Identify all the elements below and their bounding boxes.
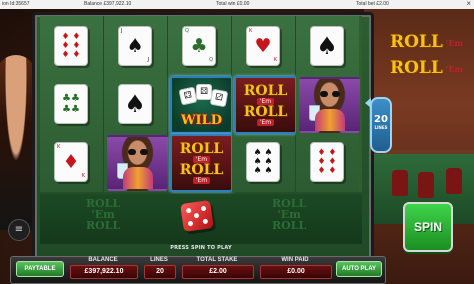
die-face: J ♠ J [118,26,152,66]
die-face: ♠ [118,84,152,124]
logo-word: ROLL [243,83,288,99]
win-paid-label: WIN PAID [281,257,309,263]
symbol-die-black: ♠ ♠ ♠ ♠ ♠ ♠ [232,132,295,190]
symbol-spade: ♠ [296,16,359,74]
menu-icon[interactable]: ≡ [8,219,30,241]
logo-roll-2: ROLL [390,58,443,78]
spade-icon: ♠ [124,90,146,118]
die-corner: J [147,57,149,63]
chair-decoration [392,170,408,196]
spin-button[interactable]: SPIN [403,202,453,252]
character-portrait [299,77,360,133]
symbol-die-red-king: K ♦ K [40,132,103,190]
symbol-spade: ♠ [104,74,167,132]
logo-word: 'Em [192,177,211,184]
character-portrait [107,135,168,191]
dice-icon: ⚃ [178,86,198,106]
reel-4: K ♥ K ROLL 'Em ROLL 'Em ♠ ♠ ♠ ♠ ♠ ♠ [232,16,297,192]
symbol-logo: ROLL 'Em ROLL 'Em [168,132,233,192]
die-face: ♠ ♠ ♠ ♠ ♠ ♠ [246,142,280,182]
symbol-die-red: ♦ ♦ ♦ ♦ ♦ ♦ [40,16,103,74]
spade-icon: ♠ [316,32,338,60]
die-pip: ♥ [254,34,272,57]
info-bar: ion Id:35657 Balance £397,922.10 Total w… [0,0,474,9]
die-face: K ♥ K [246,26,280,66]
die-corner: Q [185,28,189,34]
symbol-character [104,132,167,190]
die-face: K ♦ K [54,142,88,182]
logo-word: 'Em [256,119,275,126]
stake-value[interactable]: £2.00 [182,265,254,279]
lines-count: 20 [374,114,388,125]
logo-roll-1: ROLL [390,32,443,52]
stage-logo-right: ROLL 'Em ROLL [272,197,307,232]
roll-em-logo-symbol: ROLL 'Em ROLL 'Em [234,76,297,134]
session-id: ion Id:35657 [2,1,30,7]
die-corner: J [121,28,123,34]
lines-indicator[interactable]: 20 LINES [370,97,392,153]
lines-label: LINES [374,125,388,130]
die-pip: ♠ [126,34,144,57]
logo-em-2: 'Em [446,64,464,74]
reel-area: ♦ ♦ ♦ ♦ ♦ ♦ ♣♣ ♣♣ K ♦ K J ♠ J ♠ Q ♣ Q ⚃ … [40,16,362,192]
die-face: ♦ ♦ ♦ ♦ ♦ ♦ [310,142,344,182]
symbol-die-red-king: K ♥ K [232,16,295,74]
die-pip: ♦ [62,150,80,173]
symbol-character [296,74,359,132]
symbol-wild: ⚃ ⚄ ⚂ WILD [168,74,233,134]
red-dice-icon [180,200,214,232]
reel-5: ♠ ♦ ♦ ♦ ♦ ♦ ♦ [296,16,359,192]
reel-2: J ♠ J ♠ [104,16,168,192]
reel-3: Q ♣ Q ⚃ ⚄ ⚂ WILD ROLL 'Em ROLL 'Em [168,16,233,192]
game-logo: ROLL 'Em ROLL 'Em [384,32,470,96]
die-face: ♠ [310,26,344,66]
dice-icon: ⚄ [196,84,212,100]
symbol-logo: ROLL 'Em ROLL 'Em [232,74,297,134]
lines-meter-value[interactable]: 20 [144,265,176,279]
sunglasses-icon [320,91,340,97]
top-total-win: Total win £0.00 [216,1,250,7]
roll-em-logo-symbol: ROLL 'Em ROLL 'Em [170,134,233,192]
stake-label: TOTAL STAKE [196,257,238,263]
symbol-die-black-jack: J ♠ J [104,16,167,74]
wild-label: WILD [180,113,223,128]
chair-decoration [418,172,434,198]
scarf-decoration [123,167,153,189]
logo-em-1: 'Em [446,38,464,48]
logo-word: ROLL [179,162,224,178]
symbol-die-green-queen: Q ♣ Q [168,16,231,74]
autoplay-button[interactable]: AUTO PLAY [336,261,382,277]
die-face: ♦ ♦ ♦ ♦ ♦ ♦ [54,26,88,66]
balance-label: BALANCE [88,257,118,263]
die-pip: ♣ [190,34,208,57]
logo-word: ROLL [243,104,288,120]
lines-meter-label: LINES [150,257,168,263]
balance-value: £397,922.10 [70,265,138,279]
die-corner: K [273,57,277,63]
scarf-decoration [315,109,345,131]
paytable-button[interactable]: PAYTABLE [16,261,64,277]
top-total-bet: Total bet £2.00 [356,1,389,7]
symbol-die-red: ♦ ♦ ♦ ♦ ♦ ♦ [296,132,359,190]
sunglasses-icon [128,149,148,155]
dice-icon: ⚂ [209,88,229,108]
win-paid-value: £0.00 [260,265,332,279]
chair-decoration [446,168,462,194]
symbol-die-green: ♣♣ ♣♣ [40,74,103,132]
die-face: Q ♣ Q [182,26,216,66]
close-icon[interactable]: × [466,0,471,8]
die-corner: K [81,173,85,179]
logo-word: ROLL [179,141,224,157]
die-corner: Q [209,57,213,63]
die-corner: K [57,144,61,150]
die-face: ♣♣ ♣♣ [54,84,88,124]
reel-1: ♦ ♦ ♦ ♦ ♦ ♦ ♣♣ ♣♣ K ♦ K [40,16,104,192]
character-left [0,55,36,230]
stage-logo-left: ROLL 'Em ROLL [86,197,121,232]
spin-prompt: PRESS SPIN TO PLAY [170,245,232,251]
die-corner: K [249,28,253,34]
wild-symbol: ⚃ ⚄ ⚂ WILD [170,76,233,134]
top-balance: Balance £397,922.10 [84,1,132,7]
